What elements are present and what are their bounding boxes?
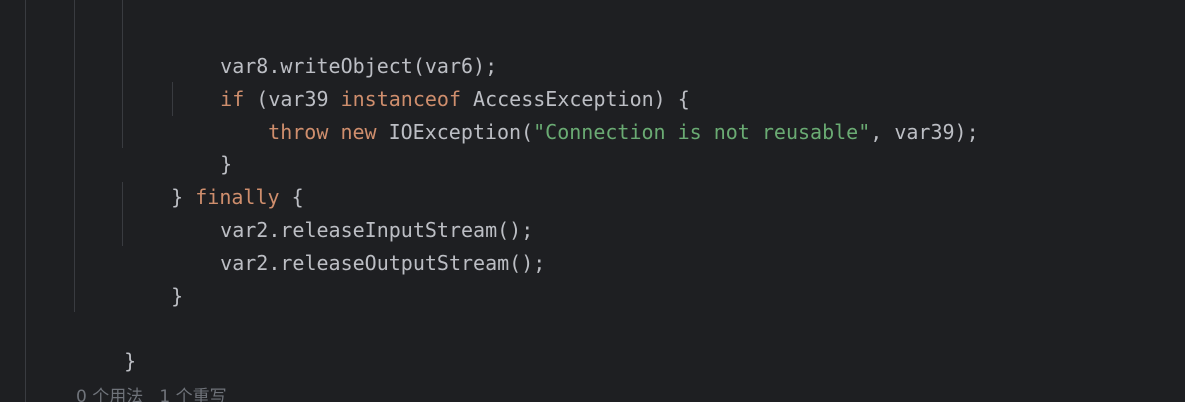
- code-line[interactable]: }: [172, 115, 232, 176]
- indent-guide: [122, 0, 123, 148]
- code-token: var2.releaseOutputStream();: [220, 251, 546, 275]
- code-token: IOException(: [376, 120, 534, 144]
- code-token: , var39);: [870, 120, 979, 144]
- code-line[interactable]: var2.releaseInputStream();: [172, 181, 533, 242]
- usage-hint[interactable]: 0 个用法 1 个重写: [76, 382, 227, 402]
- code-editor[interactable]: var8.writeObject(var6); if (var39 instan…: [0, 0, 1185, 402]
- keyword-token: new: [340, 120, 377, 144]
- code-line[interactable]: }: [76, 312, 136, 373]
- keyword-token: throw: [268, 120, 329, 144]
- closing-brace: }: [124, 349, 137, 373]
- code-line[interactable]: var2.releaseOutputStream();: [172, 214, 545, 275]
- code-line[interactable]: var8.writeObject(var6);: [172, 17, 497, 78]
- string-literal: "Connection is not reusable": [533, 120, 871, 144]
- indent-guide: [25, 0, 26, 402]
- closing-brace: }: [171, 284, 184, 308]
- code-line[interactable]: throw new IOException("Connection is not…: [220, 83, 978, 144]
- indent-guide: [74, 0, 75, 312]
- code-line[interactable]: }: [123, 247, 183, 308]
- code-line[interactable]: if (var39 instanceof AccessException) {: [172, 50, 690, 111]
- code-line[interactable]: } finally {: [123, 148, 303, 209]
